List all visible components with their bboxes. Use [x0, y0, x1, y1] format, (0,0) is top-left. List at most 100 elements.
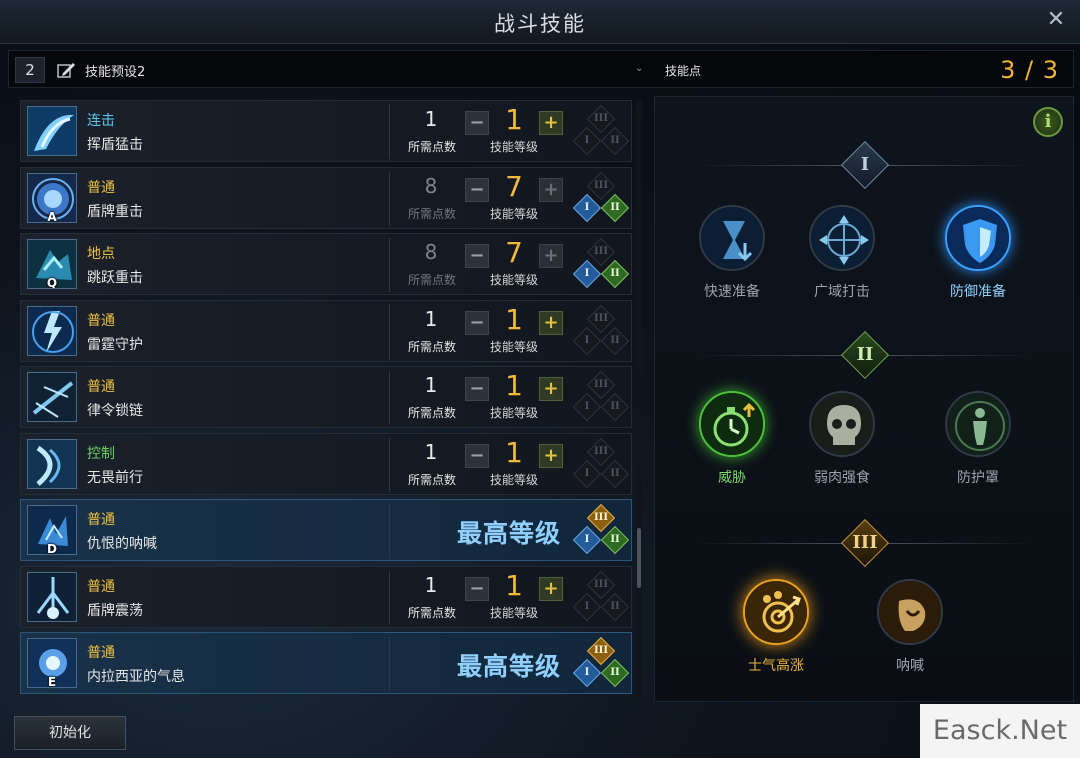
shield-slash-icon[interactable] [27, 106, 77, 156]
war-cry-icon[interactable]: D [27, 505, 77, 555]
engraving-label: 快速准备 [704, 284, 760, 300]
skill-name: 挥盾猛击 [87, 137, 143, 153]
skill-row[interactable]: 普通 盾牌震荡 1 所需点数 −1 + 技能等级 III I II [20, 565, 632, 628]
tripod-indicator[interactable]: III I II [572, 237, 630, 292]
skill-type: 连击 [87, 113, 115, 129]
info-icon[interactable]: i [1033, 107, 1063, 137]
required-points-label: 所需点数 [407, 472, 456, 487]
skill-keybind: Q [46, 276, 58, 289]
tripod-numeral: III [593, 113, 609, 124]
level-up-button[interactable]: + [539, 377, 563, 401]
level-up-button[interactable]: + [539, 177, 563, 202]
chain-icon[interactable] [27, 372, 77, 422]
tripod-1-icon: I [572, 392, 602, 422]
level-down-button[interactable]: − [465, 244, 489, 268]
level-down-button[interactable]: − [465, 443, 489, 468]
nella-breath-icon[interactable]: E [27, 638, 77, 688]
level-up-button[interactable]: + [539, 443, 563, 468]
skill-name: 盾牌震荡 [87, 602, 143, 619]
skill-row[interactable]: Q 地点 跳跃重击 8 所需点数 −7 + 技能等级 III I II [20, 233, 632, 295]
tripod-numeral: I [584, 401, 590, 412]
skill-row[interactable]: 连击 挥盾猛击 1 所需点数 −1 + 技能等级 III I II [20, 100, 632, 162]
skill-name: 律令锁链 [87, 403, 143, 419]
tripod-numeral: II [610, 667, 620, 678]
level-down-button[interactable]: − [465, 310, 489, 335]
thunder-guard-icon[interactable] [27, 305, 77, 356]
level-down-button[interactable]: − [465, 177, 489, 202]
tripod-2-icon: II [600, 525, 630, 555]
engraving-option[interactable]: 呐喊 [860, 579, 960, 675]
tripod-indicator[interactable]: III I II [572, 570, 630, 625]
skill-row[interactable]: 普通 律令锁链 1 所需点数 −1 + 技能等级 III I II [20, 366, 632, 428]
required-points-label: 所需点数 [407, 206, 456, 221]
tripod-2-icon: II [600, 126, 630, 156]
tripod-2-icon: II [600, 592, 630, 621]
tripod-2-icon: II [600, 459, 630, 488]
row-divider [389, 171, 390, 226]
preset-number[interactable]: 2 [15, 57, 45, 83]
scrollbar-track[interactable] [636, 100, 642, 698]
skill-row[interactable]: A 普通 盾牌重击 8 所需点数 −7 + 技能等级 III I II [20, 166, 632, 229]
engraving-option[interactable]: 防御准备 [928, 205, 1028, 301]
tripod-3-icon: III [586, 370, 616, 400]
skill-level-label: 技能等级 [489, 605, 538, 620]
skill-level-label: 技能等级 [489, 140, 538, 154]
level-down-button[interactable]: − [465, 576, 489, 601]
level-up-button[interactable]: + [539, 310, 563, 335]
skill-row[interactable]: 控制 无畏前行 1 所需点数 −1 + 技能等级 III I II [20, 432, 632, 495]
level-up-button[interactable]: + [539, 244, 563, 268]
scrollbar-thumb[interactable] [637, 528, 641, 588]
tripod-indicator[interactable]: III I II [572, 503, 630, 558]
skill-row[interactable]: D 普通 仇恨的呐喊 最高等级 III I II [20, 499, 632, 561]
skill-type: 普通 [87, 179, 115, 196]
tripod-indicator[interactable]: III I II [572, 437, 630, 492]
level-up-button[interactable]: + [539, 111, 563, 135]
engraving-label: 弱肉强食 [814, 470, 870, 486]
charge-icon[interactable] [27, 438, 77, 489]
tier-numeral: III [852, 532, 878, 553]
leap-strike-icon[interactable]: Q [27, 239, 77, 289]
level-up-button[interactable]: + [539, 576, 563, 601]
max-level-label: 最高等级 [457, 652, 562, 681]
skill-level-value: 1 [505, 435, 523, 469]
skill-level-value: 1 [505, 103, 523, 136]
tripod-numeral: II [610, 467, 620, 479]
tripod-indicator[interactable]: III I II [572, 304, 630, 359]
required-points-label: 所需点数 [407, 140, 456, 154]
level-down-button[interactable]: − [465, 377, 489, 401]
tripod-numeral: I [584, 201, 590, 213]
tripod-indicator[interactable]: III I II [572, 370, 630, 425]
close-icon[interactable]: ✕ [1044, 8, 1068, 32]
skill-row[interactable]: 普通 雷霆守护 1 所需点数 −1 + 技能等级 III I II [20, 299, 632, 362]
engraving-option[interactable]: 快速准备 [682, 205, 782, 301]
required-points-label: 所需点数 [407, 605, 456, 620]
shield-shock-icon[interactable] [27, 571, 77, 622]
tripod-indicator[interactable]: III I II [572, 636, 630, 691]
tripod-numeral: III [593, 512, 609, 523]
tripod-numeral: III [593, 246, 609, 257]
reset-button[interactable]: 初始化 [14, 716, 126, 750]
engraving-option[interactable]: 士气高涨 [726, 579, 826, 675]
shield-bash-icon[interactable]: A [27, 172, 77, 223]
tripod-indicator[interactable]: III I II [572, 104, 630, 159]
required-points-value: 8 [424, 240, 438, 264]
tripod-numeral: II [610, 534, 620, 545]
edit-icon[interactable] [55, 59, 77, 81]
skill-type: 普通 [87, 645, 115, 661]
tripod-numeral: III [593, 179, 609, 191]
engraving-option[interactable]: 防护罩 [928, 391, 1028, 487]
chevron-down-icon[interactable]: ⌄ [635, 63, 643, 74]
engraving-option[interactable]: 广域打击 [792, 205, 892, 301]
engraving-option[interactable]: 威胁 [682, 391, 782, 487]
skill-level-label: 技能等级 [489, 206, 538, 221]
engraving-label: 威胁 [718, 470, 746, 486]
defense-shield-icon [945, 205, 1011, 271]
tripod-3-icon: III [586, 503, 616, 533]
skill-row[interactable]: E 普通 内拉西亚的气息 最高等级 III I II [20, 632, 632, 694]
required-points-label: 所需点数 [407, 273, 456, 287]
tripod-numeral: III [593, 379, 609, 390]
title-bar: 战斗技能 ✕ [0, 0, 1080, 44]
level-down-button[interactable]: − [465, 111, 489, 135]
engraving-option[interactable]: 弱肉强食 [792, 391, 892, 487]
tripod-indicator[interactable]: III I II [572, 171, 630, 226]
